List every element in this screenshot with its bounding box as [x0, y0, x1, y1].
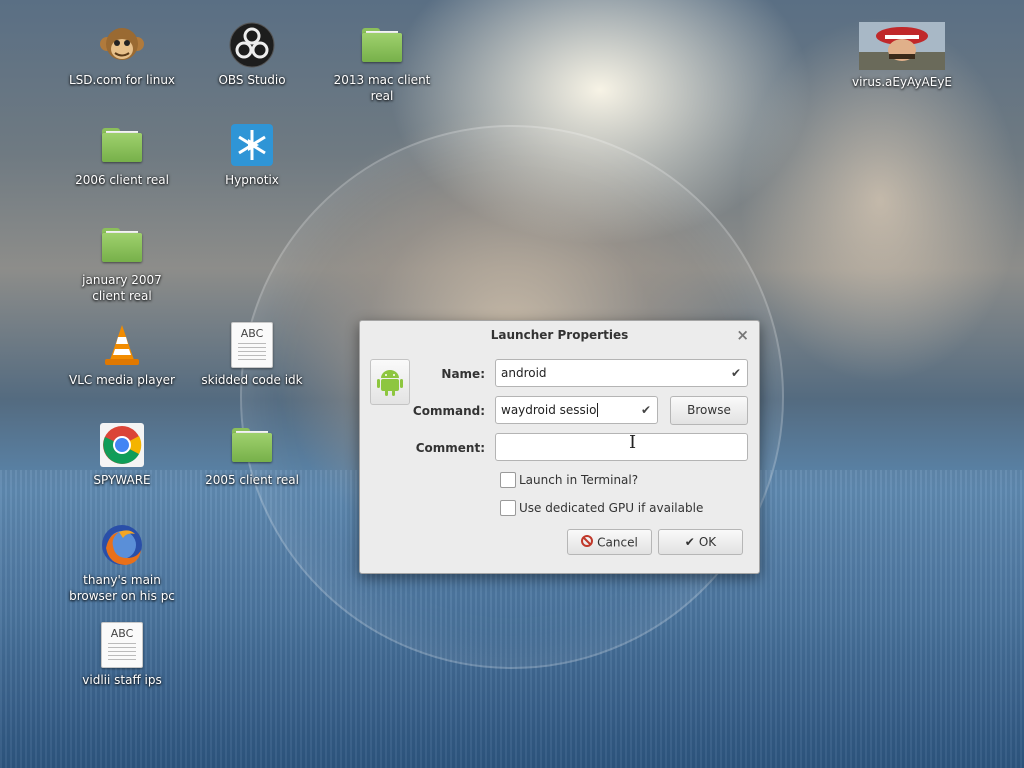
- desktop-icon-label: thany's main browser on his pc: [69, 573, 175, 603]
- command-label: Command:: [412, 404, 485, 418]
- launch-in-terminal-label[interactable]: Launch in Terminal?: [519, 473, 638, 487]
- ok-check-icon: ✔: [684, 535, 695, 549]
- desktop-icon-virus[interactable]: virus.aEyAyAEyE: [842, 22, 962, 90]
- desktop-icon-label: virus.aEyAyAEyE: [851, 75, 953, 89]
- launch-in-terminal-checkbox[interactable]: [500, 472, 516, 488]
- check-icon: ✔: [730, 366, 741, 380]
- obs-icon: [229, 22, 275, 68]
- cancel-icon: [581, 531, 594, 555]
- command-field[interactable]: waydroid sessio ✔: [495, 396, 658, 424]
- dialog-title: Launcher Properties: [490, 328, 629, 342]
- chrome-icon: [99, 422, 145, 468]
- text-document-icon: ABC: [229, 322, 275, 368]
- check-icon: ✔: [640, 403, 651, 417]
- desktop-icon-lsd[interactable]: LSD.com for linux: [62, 22, 182, 88]
- dedicated-gpu-label[interactable]: Use dedicated GPU if available: [519, 501, 703, 515]
- dedicated-gpu-checkbox[interactable]: [500, 500, 516, 516]
- cancel-button-label: Cancel: [597, 535, 638, 550]
- desktop-icon-label: vidlii staff ips: [82, 673, 162, 687]
- desktop-icon-label: skidded code idk: [201, 373, 303, 387]
- desktop-icon-skidded-code[interactable]: ABC skidded code idk: [192, 322, 312, 388]
- close-icon[interactable]: ×: [736, 321, 749, 349]
- desktop-icon-folder-jan-2007[interactable]: january 2007 client real: [62, 222, 182, 304]
- image-thumbnail-icon: [859, 22, 945, 70]
- desktop-icon-vidlii-staff[interactable]: ABC vidlii staff ips: [62, 622, 182, 688]
- comment-label: Comment:: [415, 441, 485, 455]
- desktop-icon-hypnotix[interactable]: Hypnotix: [192, 122, 312, 188]
- desktop-icon-label: OBS Studio: [218, 73, 286, 87]
- ok-button[interactable]: ✔ OK: [658, 529, 743, 555]
- comment-field[interactable]: [495, 433, 748, 461]
- monkey-icon: [99, 22, 145, 68]
- desktop-icon-folder-2005[interactable]: 2005 client real: [192, 422, 312, 488]
- vlc-cone-icon: [99, 322, 145, 368]
- doc-icon-text: ABC: [240, 327, 264, 340]
- desktop-icon-label: january 2007 client real: [82, 273, 162, 303]
- desktop-icon-label: LSD.com for linux: [68, 73, 176, 87]
- desktop-icon-vlc[interactable]: VLC media player: [62, 322, 182, 388]
- launcher-icon-button[interactable]: [370, 359, 410, 405]
- desktop-icon-folder-2006[interactable]: 2006 client real: [62, 122, 182, 188]
- text-document-icon: ABC: [99, 622, 145, 668]
- folder-icon: [99, 122, 145, 168]
- desktop-icon-label: 2005 client real: [205, 473, 299, 487]
- hypnotix-icon: [229, 122, 275, 168]
- cancel-button[interactable]: Cancel: [567, 529, 652, 555]
- command-field-value: waydroid sessio: [501, 403, 597, 417]
- name-field[interactable]: android ✔: [495, 359, 748, 387]
- desktop-icon-label: Hypnotix: [225, 173, 279, 187]
- dialog-titlebar[interactable]: Launcher Properties ×: [360, 321, 759, 349]
- firefox-icon: [99, 522, 145, 568]
- desktop-icon-firefox[interactable]: thany's main browser on his pc: [62, 522, 182, 604]
- desktop-icon-obs[interactable]: OBS Studio: [192, 22, 312, 88]
- text-cursor-icon: I: [629, 432, 637, 453]
- folder-icon: [229, 422, 275, 468]
- doc-icon-text: ABC: [110, 627, 134, 640]
- desktop-icon-label: VLC media player: [68, 373, 175, 387]
- desktop-icon-spyware[interactable]: SPYWARE: [62, 422, 182, 488]
- folder-icon: [99, 222, 145, 268]
- name-field-value: android: [501, 366, 547, 380]
- folder-icon: [359, 22, 405, 68]
- browse-button[interactable]: Browse: [670, 396, 748, 425]
- launcher-properties-dialog: Launcher Properties × Name: android ✔ Co…: [359, 320, 760, 574]
- desktop-icon-folder-2013[interactable]: 2013 mac client real: [322, 22, 442, 104]
- name-label: Name:: [441, 367, 485, 381]
- desktop-icon-label: SPYWARE: [93, 473, 151, 487]
- desktop-icon-label: 2006 client real: [75, 173, 169, 187]
- ok-button-label: OK: [698, 535, 717, 549]
- desktop-icon-label: 2013 mac client real: [333, 73, 431, 103]
